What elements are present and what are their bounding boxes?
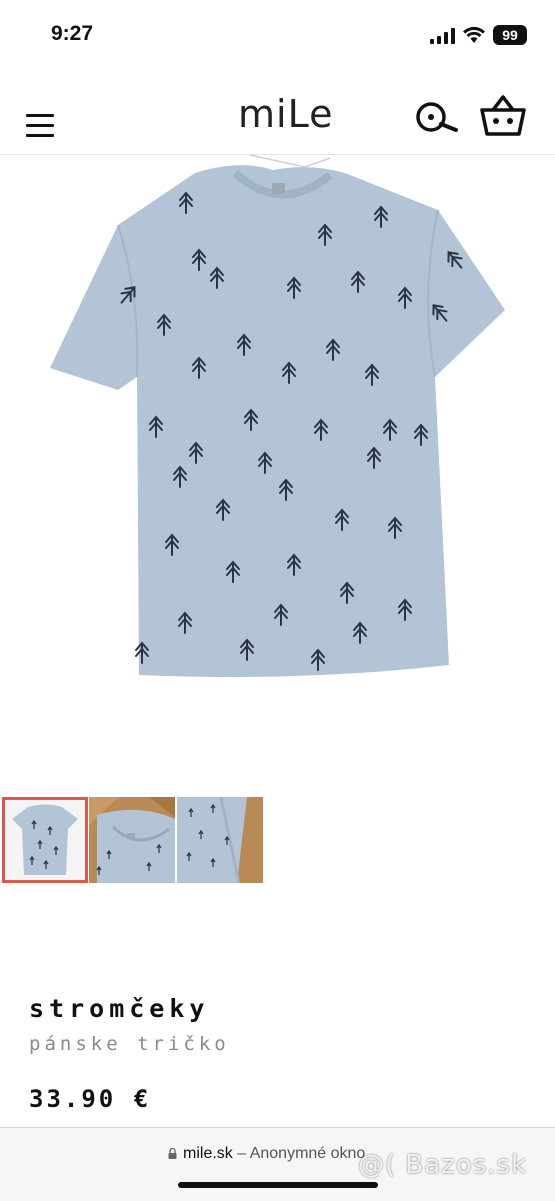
tshirt-shape [50,165,505,678]
hamburger-menu-icon[interactable] [26,114,54,140]
wifi-icon [463,26,485,43]
status-time: 9:27 [51,22,94,45]
shopping-basket-icon[interactable] [478,94,528,138]
site-header: miLe [0,70,555,155]
url-host: mile.sk [183,1145,233,1162]
browsing-mode-label: – Anonymné okno [237,1145,366,1162]
cellular-signal-icon [430,28,455,44]
product-subtitle: pánske tričko [29,1033,230,1055]
status-bar: 9:27 99 [0,0,555,70]
battery-indicator: 99 [493,25,527,45]
search-icon[interactable] [414,98,460,138]
thumbnail-3[interactable] [177,797,263,883]
product-title: stromčeky [29,994,210,1023]
thumbnail-2[interactable] [89,797,175,883]
home-indicator [178,1182,378,1188]
lock-icon [168,1148,177,1159]
bazos-watermark: @( Bazos.sk [358,1150,528,1180]
url-text: mile.sk – Anonymné okno [168,1145,365,1163]
site-logo[interactable]: miLe [238,92,333,136]
product-price: 33.90 € [29,1085,152,1113]
thumbnail-1[interactable] [2,797,88,883]
product-main-image[interactable] [0,154,555,775]
